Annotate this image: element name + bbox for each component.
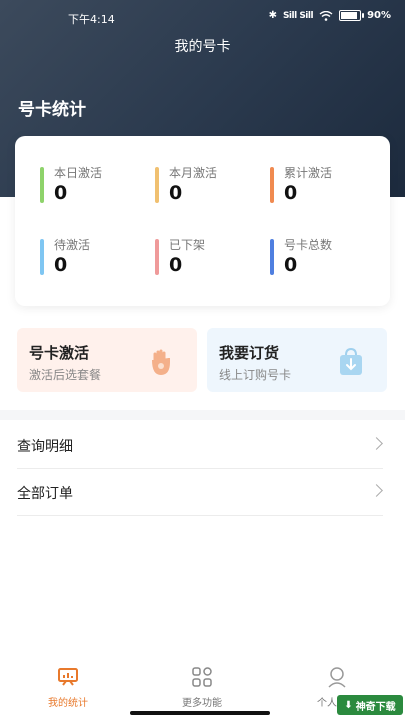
action-title: 号卡激活 bbox=[29, 344, 90, 362]
list-item-label: 查询明细 bbox=[17, 439, 73, 455]
stat-total-cards[interactable]: 号卡总数 0 bbox=[270, 236, 370, 276]
stat-indicator-bar bbox=[270, 167, 274, 203]
profile-icon bbox=[328, 667, 346, 688]
stats-card: 本日激活 0 本月激活 0 累计激活 0 待激活 0 已下架 0 号卡总数 0 bbox=[15, 136, 390, 306]
status-indicators: ✱ Sill Sill 90% bbox=[269, 10, 391, 21]
stat-today-activated[interactable]: 本日激活 0 bbox=[40, 164, 140, 204]
watermark-text: 神奇下载 bbox=[355, 701, 396, 713]
signal-strength-label: Sill Sill bbox=[282, 10, 314, 21]
stat-label: 已下架 bbox=[169, 238, 206, 252]
action-subtitle: 线上订购号卡 bbox=[219, 368, 292, 382]
stat-indicator-bar bbox=[40, 239, 44, 275]
stat-total-activated[interactable]: 累计激活 0 bbox=[270, 164, 370, 204]
stat-value: 0 bbox=[284, 254, 298, 276]
section-divider bbox=[0, 410, 405, 420]
bluetooth-icon: ✱ bbox=[268, 10, 277, 21]
order-bag-icon bbox=[340, 347, 362, 375]
stat-pending-activation[interactable]: 待激活 0 bbox=[40, 236, 140, 276]
page-title: 我的号卡 bbox=[174, 39, 231, 55]
watermark-logo: ⬇ 神奇下载 bbox=[337, 695, 403, 715]
stats-icon bbox=[58, 668, 78, 686]
action-title: 我要订货 bbox=[219, 344, 280, 362]
stat-month-activated[interactable]: 本月激活 0 bbox=[155, 164, 255, 204]
action-subtitle: 激活后选套餐 bbox=[29, 368, 102, 382]
battery-percent: 90% bbox=[367, 10, 391, 21]
stat-indicator-bar bbox=[270, 239, 274, 275]
home-indicator bbox=[130, 711, 270, 715]
order-cards-button[interactable]: 我要订货 线上订购号卡 bbox=[207, 328, 387, 392]
stat-value: 0 bbox=[169, 254, 183, 276]
status-bar: 下午4:14 ✱ Sill Sill 90% bbox=[0, 8, 405, 28]
query-details-row[interactable]: 查询明细 bbox=[17, 422, 383, 469]
stat-indicator-bar bbox=[155, 167, 159, 203]
battery-fill bbox=[341, 12, 358, 19]
chevron-right-icon bbox=[370, 437, 383, 450]
stat-label: 累计激活 bbox=[284, 166, 333, 180]
stat-label: 本月激活 bbox=[169, 166, 218, 180]
download-icon: ⬇ bbox=[344, 699, 353, 711]
stat-indicator-bar bbox=[40, 167, 44, 203]
battery-icon bbox=[339, 10, 365, 21]
list-item-label: 全部订单 bbox=[17, 486, 73, 502]
tab-my-stats[interactable]: 我的统计 bbox=[18, 666, 118, 709]
stat-value: 0 bbox=[54, 182, 68, 204]
stat-value: 0 bbox=[284, 182, 298, 204]
stat-label: 待激活 bbox=[54, 238, 91, 252]
grid-icon bbox=[192, 667, 212, 687]
tab-more-features[interactable]: 更多功能 bbox=[152, 666, 252, 709]
stat-delisted[interactable]: 已下架 0 bbox=[155, 236, 255, 276]
stat-value: 0 bbox=[169, 182, 183, 204]
activate-card-button[interactable]: 号卡激活 激活后选套餐 bbox=[17, 328, 197, 392]
stat-value: 0 bbox=[54, 254, 68, 276]
tab-label: 我的统计 bbox=[48, 698, 88, 709]
status-time: 下午4:14 bbox=[68, 13, 115, 26]
activate-icon bbox=[152, 349, 170, 376]
stat-indicator-bar bbox=[155, 239, 159, 275]
all-orders-row[interactable]: 全部订单 bbox=[17, 469, 383, 516]
stat-label: 本日激活 bbox=[54, 166, 103, 180]
chevron-right-icon bbox=[370, 484, 383, 497]
section-title: 号卡统计 bbox=[18, 100, 86, 120]
tab-label: 更多功能 bbox=[182, 698, 222, 709]
wifi-icon bbox=[319, 10, 333, 21]
stat-label: 号卡总数 bbox=[284, 238, 333, 252]
